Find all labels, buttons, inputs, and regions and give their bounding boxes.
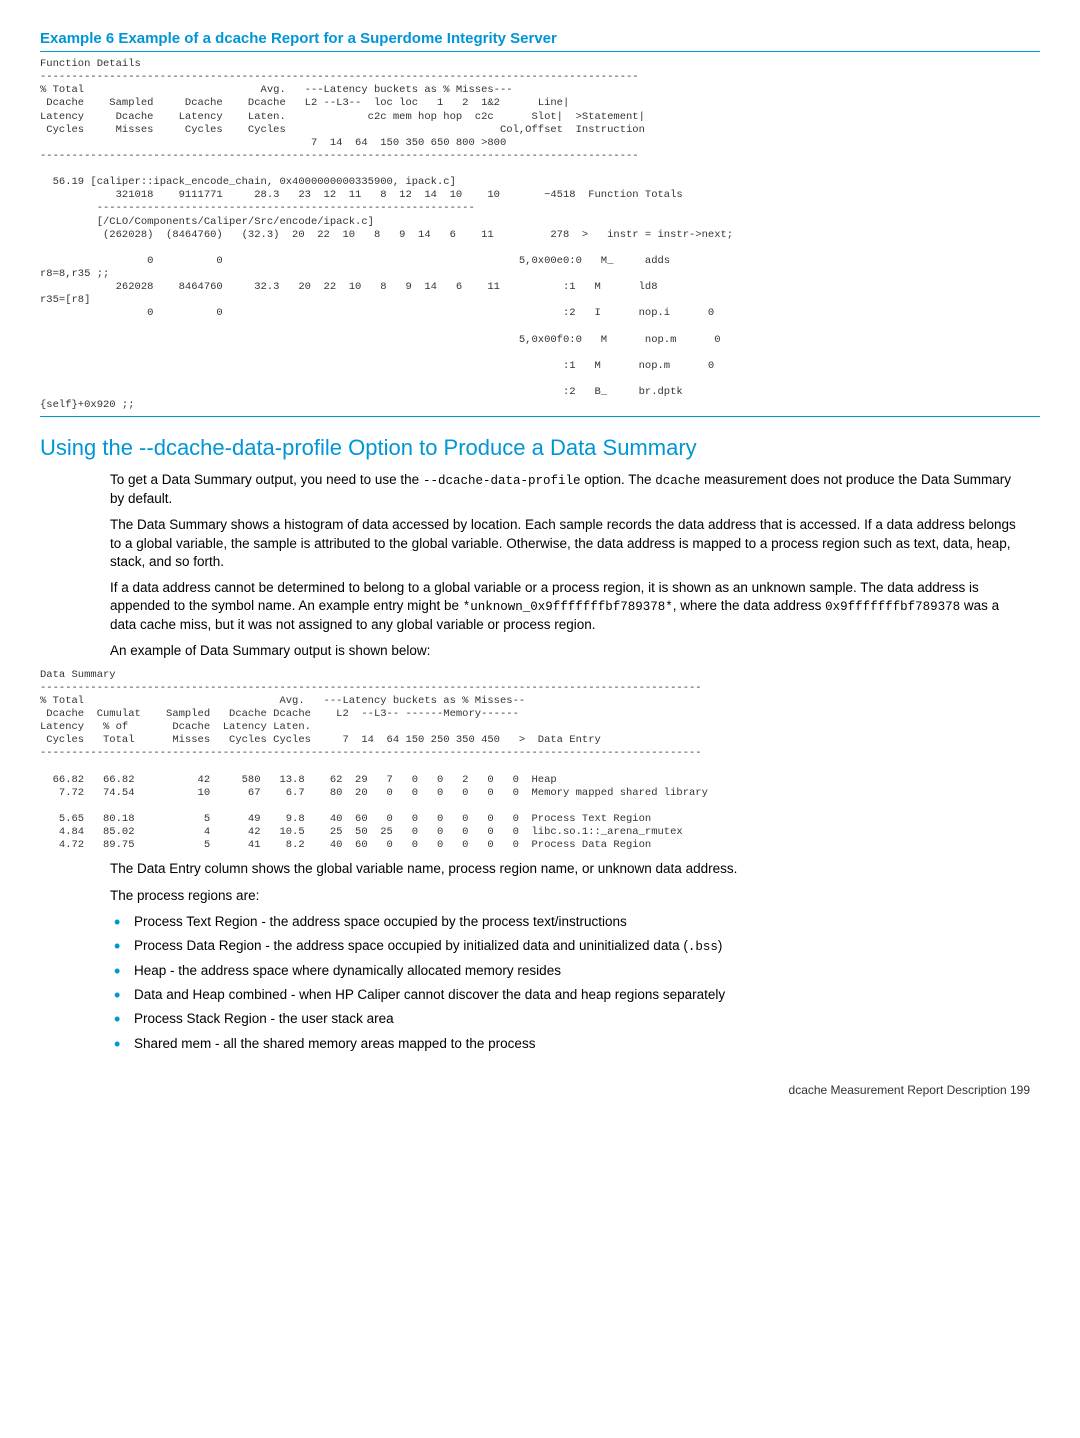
text: option. The	[580, 472, 655, 487]
paragraph-5: The Data Entry column shows the global v…	[110, 860, 1020, 878]
paragraph-6: The process regions are:	[110, 887, 1020, 905]
list-item: Data and Heap combined - when HP Caliper…	[110, 986, 1020, 1004]
text: Process Data Region - the address space …	[134, 938, 688, 953]
list-item: Heap - the address space where dynamical…	[110, 962, 1020, 980]
function-details-report: Function Details -----------------------…	[40, 58, 1040, 412]
code-option: --dcache-data-profile	[423, 474, 581, 488]
list-item: Process Text Region - the address space …	[110, 913, 1020, 931]
text: , where the data address	[673, 598, 825, 613]
page-footer: dcache Measurement Report Description 19…	[40, 1083, 1040, 1097]
text: )	[718, 938, 723, 953]
code-unknown-entry: *unknown_0x9fffffffbf789378*	[463, 600, 673, 614]
paragraph-1: To get a Data Summary output, you need t…	[110, 471, 1020, 508]
list-item: Process Stack Region - the user stack ar…	[110, 1010, 1020, 1028]
example-title: Example 6 Example of a dcache Report for…	[40, 30, 1040, 47]
section-heading: Using the --dcache-data-profile Option t…	[40, 435, 1040, 461]
body-content: To get a Data Summary output, you need t…	[110, 471, 1020, 660]
paragraph-4: An example of Data Summary output is sho…	[110, 642, 1020, 660]
horizontal-rule	[40, 416, 1040, 417]
code-address: 0x9fffffffbf789378	[825, 600, 960, 614]
horizontal-rule	[40, 51, 1040, 52]
code-measurement: dcache	[655, 474, 700, 488]
data-summary-report: Data Summary ---------------------------…	[40, 669, 1040, 853]
code-bss: .bss	[688, 940, 718, 954]
body-content-2: The Data Entry column shows the global v…	[110, 860, 1020, 1052]
list-item: Process Data Region - the address space …	[110, 937, 1020, 956]
text: To get a Data Summary output, you need t…	[110, 472, 423, 487]
paragraph-3: If a data address cannot be determined t…	[110, 579, 1020, 634]
process-regions-list: Process Text Region - the address space …	[110, 913, 1020, 1053]
paragraph-2: The Data Summary shows a histogram of da…	[110, 516, 1020, 571]
list-item: Shared mem - all the shared memory areas…	[110, 1035, 1020, 1053]
